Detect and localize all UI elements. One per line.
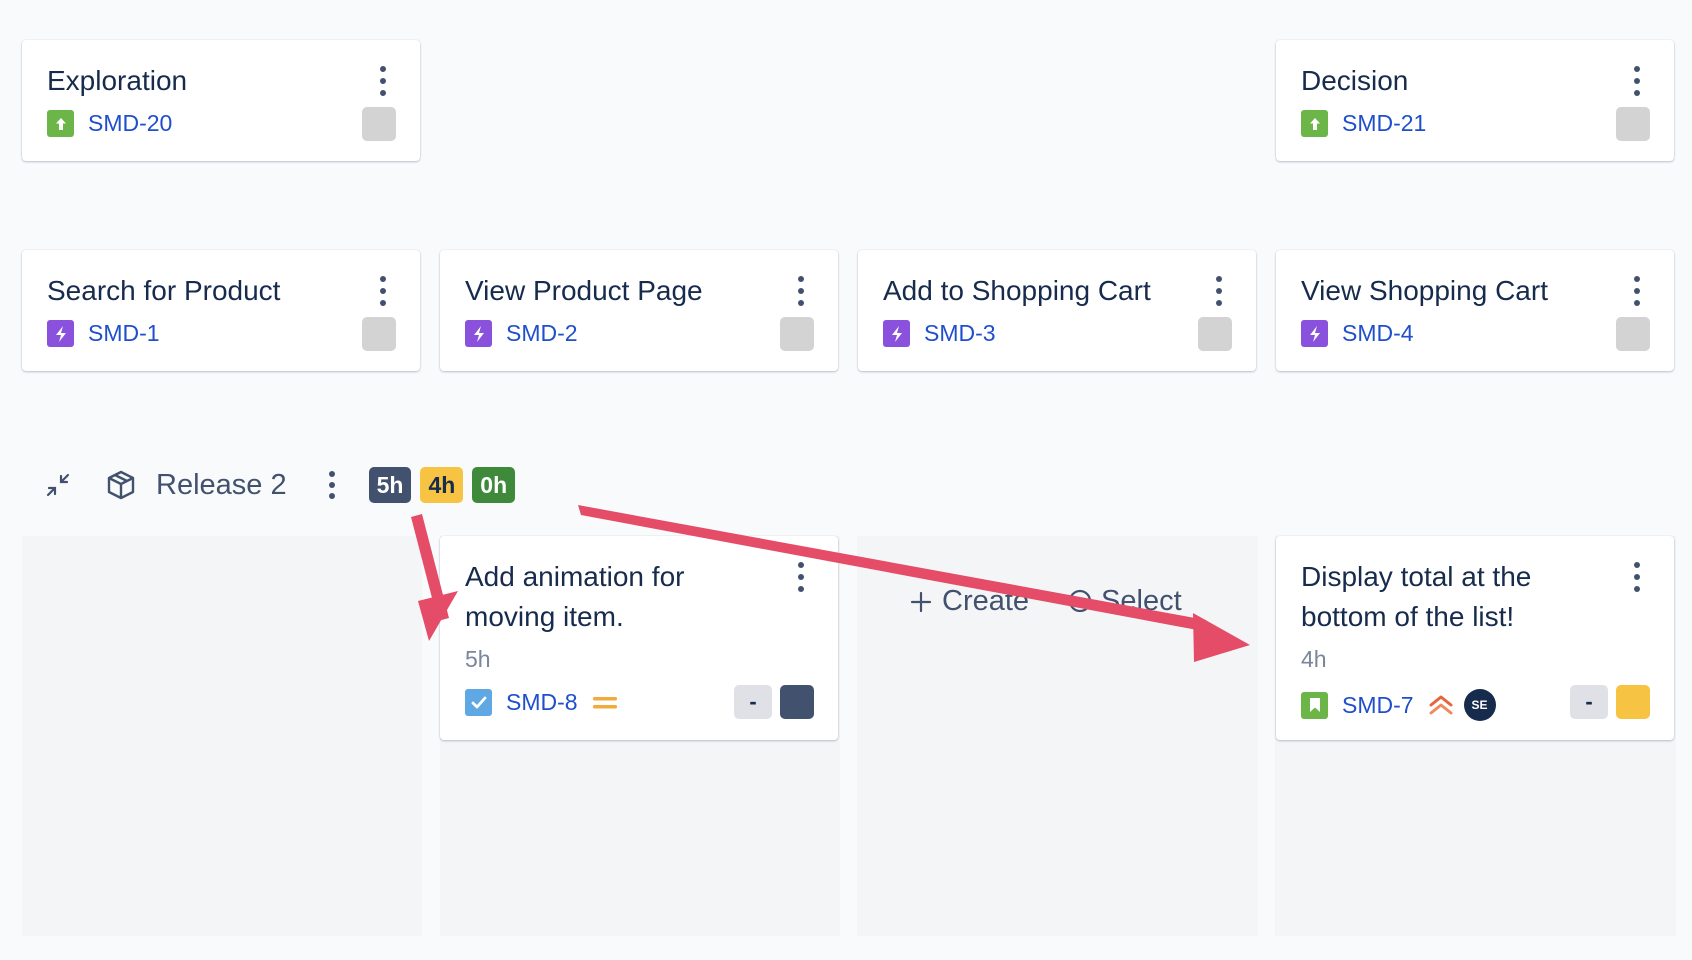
status-color-square xyxy=(1616,685,1650,719)
card-key-row: SMD-1 xyxy=(47,320,160,347)
improvement-icon xyxy=(47,110,74,137)
more-options-icon[interactable] xyxy=(1632,66,1642,96)
card-story-smd-7[interactable]: Display total at the bottom of the list!… xyxy=(1276,536,1674,740)
card-key-row: SMD-4 xyxy=(1301,320,1414,347)
card-epic[interactable]: Search for Product SMD-1 xyxy=(22,250,420,371)
more-options-icon[interactable] xyxy=(378,66,388,96)
release-header: Release 2 5h 4h 0h xyxy=(44,462,524,508)
card-title: Display total at the bottom of the list! xyxy=(1301,561,1532,632)
search-icon xyxy=(1067,589,1093,615)
create-label: Create xyxy=(942,585,1030,617)
status-square xyxy=(1198,317,1232,351)
priority-highest-icon xyxy=(1428,694,1454,716)
status-square xyxy=(1616,107,1650,141)
card-estimate: 4h xyxy=(1301,646,1327,672)
card-key-row: SMD-3 xyxy=(883,320,996,347)
card-key-row: SMD-2 xyxy=(465,320,578,347)
card-key-row: SMD-21 xyxy=(1301,110,1426,137)
card-decision[interactable]: Decision SMD-21 xyxy=(1276,40,1674,161)
more-options-icon[interactable] xyxy=(1632,276,1642,306)
package-icon xyxy=(106,469,136,501)
plus-icon xyxy=(910,591,932,613)
epic-icon xyxy=(47,320,74,347)
status-square xyxy=(1616,317,1650,351)
card-title: Search for Product xyxy=(47,275,281,306)
story-bookmark-icon xyxy=(1301,691,1328,719)
more-options-icon[interactable] xyxy=(378,276,388,306)
card-exploration[interactable]: Exploration SMD-20 xyxy=(22,40,420,161)
select-label: Select xyxy=(1101,585,1182,617)
card-title: Decision xyxy=(1301,65,1409,96)
column-actions: Create Select xyxy=(910,585,1220,618)
issue-key-link[interactable]: SMD-21 xyxy=(1342,110,1426,137)
select-button[interactable]: Select xyxy=(1067,585,1182,618)
more-options-icon[interactable] xyxy=(1632,562,1642,592)
create-button[interactable]: Create xyxy=(910,585,1029,618)
assignee-avatar[interactable]: SE xyxy=(1463,689,1496,721)
epic-icon xyxy=(1301,320,1328,347)
more-options-icon[interactable] xyxy=(796,276,806,306)
more-options-icon[interactable] xyxy=(1214,276,1224,306)
issue-key-link[interactable]: SMD-7 xyxy=(1342,692,1414,719)
issue-key-link[interactable]: SMD-8 xyxy=(506,689,578,716)
story-points-badge: - xyxy=(734,685,772,719)
issue-key-link[interactable]: SMD-20 xyxy=(88,110,172,137)
card-key-row: SMD-20 xyxy=(47,110,172,137)
card-title: Add to Shopping Cart xyxy=(883,275,1151,306)
card-epic[interactable]: Add to Shopping Cart SMD-3 xyxy=(858,250,1256,371)
priority-medium-icon xyxy=(592,694,618,712)
status-square xyxy=(780,317,814,351)
card-title: View Product Page xyxy=(465,275,703,306)
status-color-square xyxy=(780,685,814,719)
card-epic[interactable]: View Product Page SMD-2 xyxy=(440,250,838,371)
card-title: Add animation for moving item. xyxy=(465,561,685,632)
epic-icon xyxy=(883,320,910,347)
issue-key-link[interactable]: SMD-2 xyxy=(506,320,578,347)
task-checkbox-icon xyxy=(465,689,492,716)
epic-icon xyxy=(465,320,492,347)
card-title: View Shopping Cart xyxy=(1301,275,1548,306)
card-estimate: 5h xyxy=(465,646,491,672)
card-key-row: SMD-8 xyxy=(465,689,618,716)
estimate-chip-remaining: 4h xyxy=(420,467,464,503)
status-square xyxy=(362,317,396,351)
release-more-options-icon[interactable] xyxy=(328,471,335,499)
card-key-row: SMD-7 SE xyxy=(1301,689,1496,721)
estimate-chip-done: 0h xyxy=(472,467,516,503)
collapse-arrows-icon[interactable] xyxy=(44,471,72,499)
card-epic[interactable]: View Shopping Cart SMD-4 xyxy=(1276,250,1674,371)
estimate-chip-total: 5h xyxy=(368,467,412,503)
swimlane-column-1 xyxy=(22,536,422,936)
estimate-chips: 5h 4h 0h xyxy=(368,467,525,503)
story-points-badge: - xyxy=(1570,685,1608,719)
status-square xyxy=(362,107,396,141)
issue-key-link[interactable]: SMD-1 xyxy=(88,320,160,347)
card-story-smd-8[interactable]: Add animation for moving item. 5h SMD-8 … xyxy=(440,536,838,740)
more-options-icon[interactable] xyxy=(796,562,806,592)
issue-key-link[interactable]: SMD-3 xyxy=(924,320,996,347)
card-title: Exploration xyxy=(47,65,188,96)
issue-key-link[interactable]: SMD-4 xyxy=(1342,320,1414,347)
improvement-icon xyxy=(1301,110,1328,137)
release-name: Release 2 xyxy=(156,468,287,501)
